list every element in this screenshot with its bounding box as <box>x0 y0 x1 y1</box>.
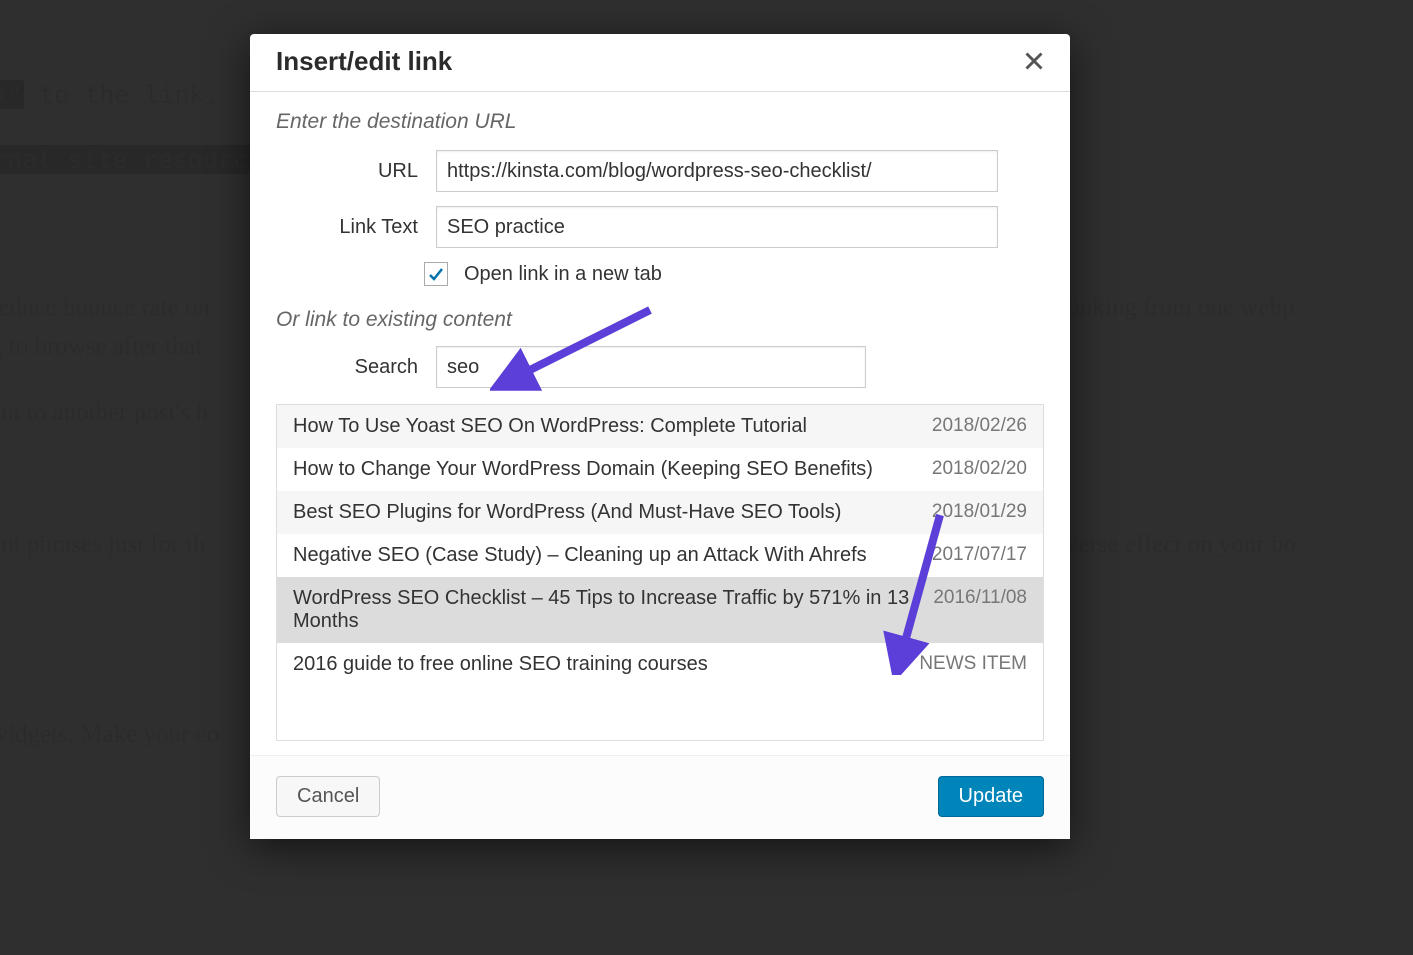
result-meta: 2018/02/26 <box>932 415 1027 437</box>
close-icon[interactable] <box>1024 48 1044 76</box>
search-result-item[interactable]: Negative SEO (Case Study) – Cleaning up … <box>277 534 1043 577</box>
dialog-title: Insert/edit link <box>276 46 452 77</box>
section-label-existing: Or link to existing content <box>276 308 1044 332</box>
link-text-row: Link Text <box>276 206 1044 248</box>
search-results[interactable]: How To Use Yoast SEO On WordPress: Compl… <box>276 404 1044 741</box>
new-tab-row: Open link in a new tab <box>424 262 1044 286</box>
link-text-label: Link Text <box>276 216 436 239</box>
result-meta: 2018/02/20 <box>932 458 1027 480</box>
dialog-header: Insert/edit link <box>250 34 1070 92</box>
link-text-input[interactable] <box>436 206 998 248</box>
result-meta: 2016/11/08 <box>933 587 1027 609</box>
search-input[interactable] <box>436 346 866 388</box>
result-title: 2016 guide to free online SEO training c… <box>293 653 919 676</box>
search-result-item[interactable]: 2016 guide to free online SEO training c… <box>277 643 1043 686</box>
search-row: Search <box>276 346 1044 388</box>
url-label: URL <box>276 160 436 183</box>
search-result-item[interactable]: WordPress SEO Checklist – 45 Tips to Inc… <box>277 577 1043 643</box>
url-input[interactable] <box>436 150 998 192</box>
result-title: Best SEO Plugins for WordPress (And Must… <box>293 501 932 524</box>
dialog-body: Enter the destination URL URL Link Text … <box>250 92 1070 741</box>
cancel-button[interactable]: Cancel <box>276 776 380 817</box>
new-tab-checkbox[interactable] <box>424 262 448 286</box>
search-label: Search <box>276 356 436 379</box>
update-button[interactable]: Update <box>938 776 1045 817</box>
url-row: URL <box>276 150 1044 192</box>
dialog-footer: Cancel Update <box>250 755 1070 839</box>
result-title: How to Change Your WordPress Domain (Kee… <box>293 458 932 481</box>
result-title: Negative SEO (Case Study) – Cleaning up … <box>293 544 932 567</box>
result-title: WordPress SEO Checklist – 45 Tips to Inc… <box>293 587 933 633</box>
section-label-destination: Enter the destination URL <box>276 110 1044 134</box>
insert-link-dialog: Insert/edit link Enter the destination U… <box>250 34 1070 839</box>
new-tab-label: Open link in a new tab <box>464 263 662 286</box>
result-meta: 2018/01/29 <box>932 501 1027 523</box>
search-result-item[interactable]: Best SEO Plugins for WordPress (And Must… <box>277 491 1043 534</box>
search-result-item[interactable]: How To Use Yoast SEO On WordPress: Compl… <box>277 405 1043 448</box>
search-result-item[interactable]: How to Change Your WordPress Domain (Kee… <box>277 448 1043 491</box>
result-meta: 2017/07/17 <box>932 544 1027 566</box>
result-meta: NEWS ITEM <box>919 653 1027 675</box>
result-title: How To Use Yoast SEO On WordPress: Compl… <box>293 415 932 438</box>
